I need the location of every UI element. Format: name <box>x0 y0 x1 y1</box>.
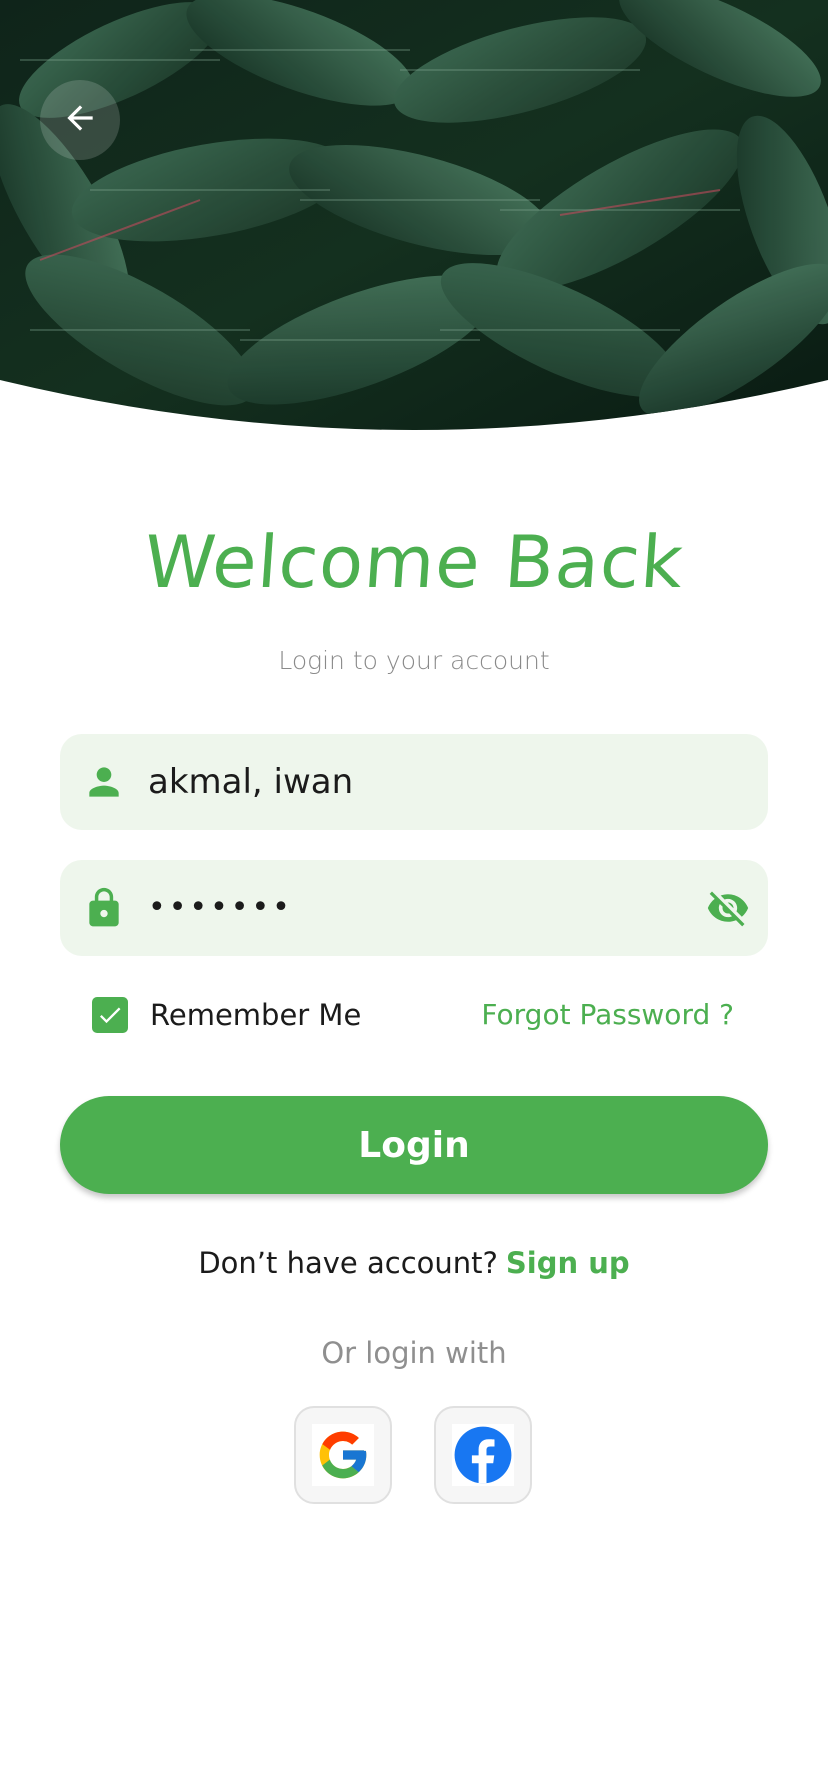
check-icon <box>99 1007 121 1024</box>
password-value: ••••••• <box>148 890 293 925</box>
remember-me-checkbox[interactable] <box>92 997 128 1033</box>
back-button[interactable] <box>40 80 120 160</box>
eye-off-icon[interactable] <box>704 886 752 930</box>
signup-prompt-text: Don’t have account? <box>198 1246 498 1280</box>
or-login-with-label: Or login with <box>321 1336 507 1370</box>
remember-me: Remember Me <box>92 997 361 1033</box>
hero-image <box>0 0 828 445</box>
forgot-password-link[interactable]: Forgot Password ? <box>481 997 734 1033</box>
page-title: Welcome Back <box>141 520 687 604</box>
google-icon <box>312 1424 374 1486</box>
lock-icon <box>82 886 126 930</box>
login-button[interactable]: Login <box>60 1096 768 1194</box>
remember-me-label: Remember Me <box>150 998 362 1032</box>
person-icon <box>82 760 126 804</box>
arrow-left-icon <box>61 99 99 141</box>
password-field[interactable]: ••••••• <box>60 860 768 956</box>
signup-link[interactable]: Sign up <box>506 1246 630 1280</box>
login-button-label: Login <box>358 1124 470 1166</box>
username-field[interactable]: akmal, iwan <box>60 734 768 830</box>
facebook-login-button[interactable] <box>434 1406 532 1504</box>
facebook-icon <box>452 1424 514 1486</box>
google-login-button[interactable] <box>294 1406 392 1504</box>
login-screen: Welcome Back Login to your account akmal… <box>0 0 828 1792</box>
username-value: akmal, iwan <box>148 762 354 802</box>
page-subtitle: Login to your account <box>278 646 550 675</box>
signup-prompt: Don’t have account? Sign up <box>0 1246 828 1280</box>
